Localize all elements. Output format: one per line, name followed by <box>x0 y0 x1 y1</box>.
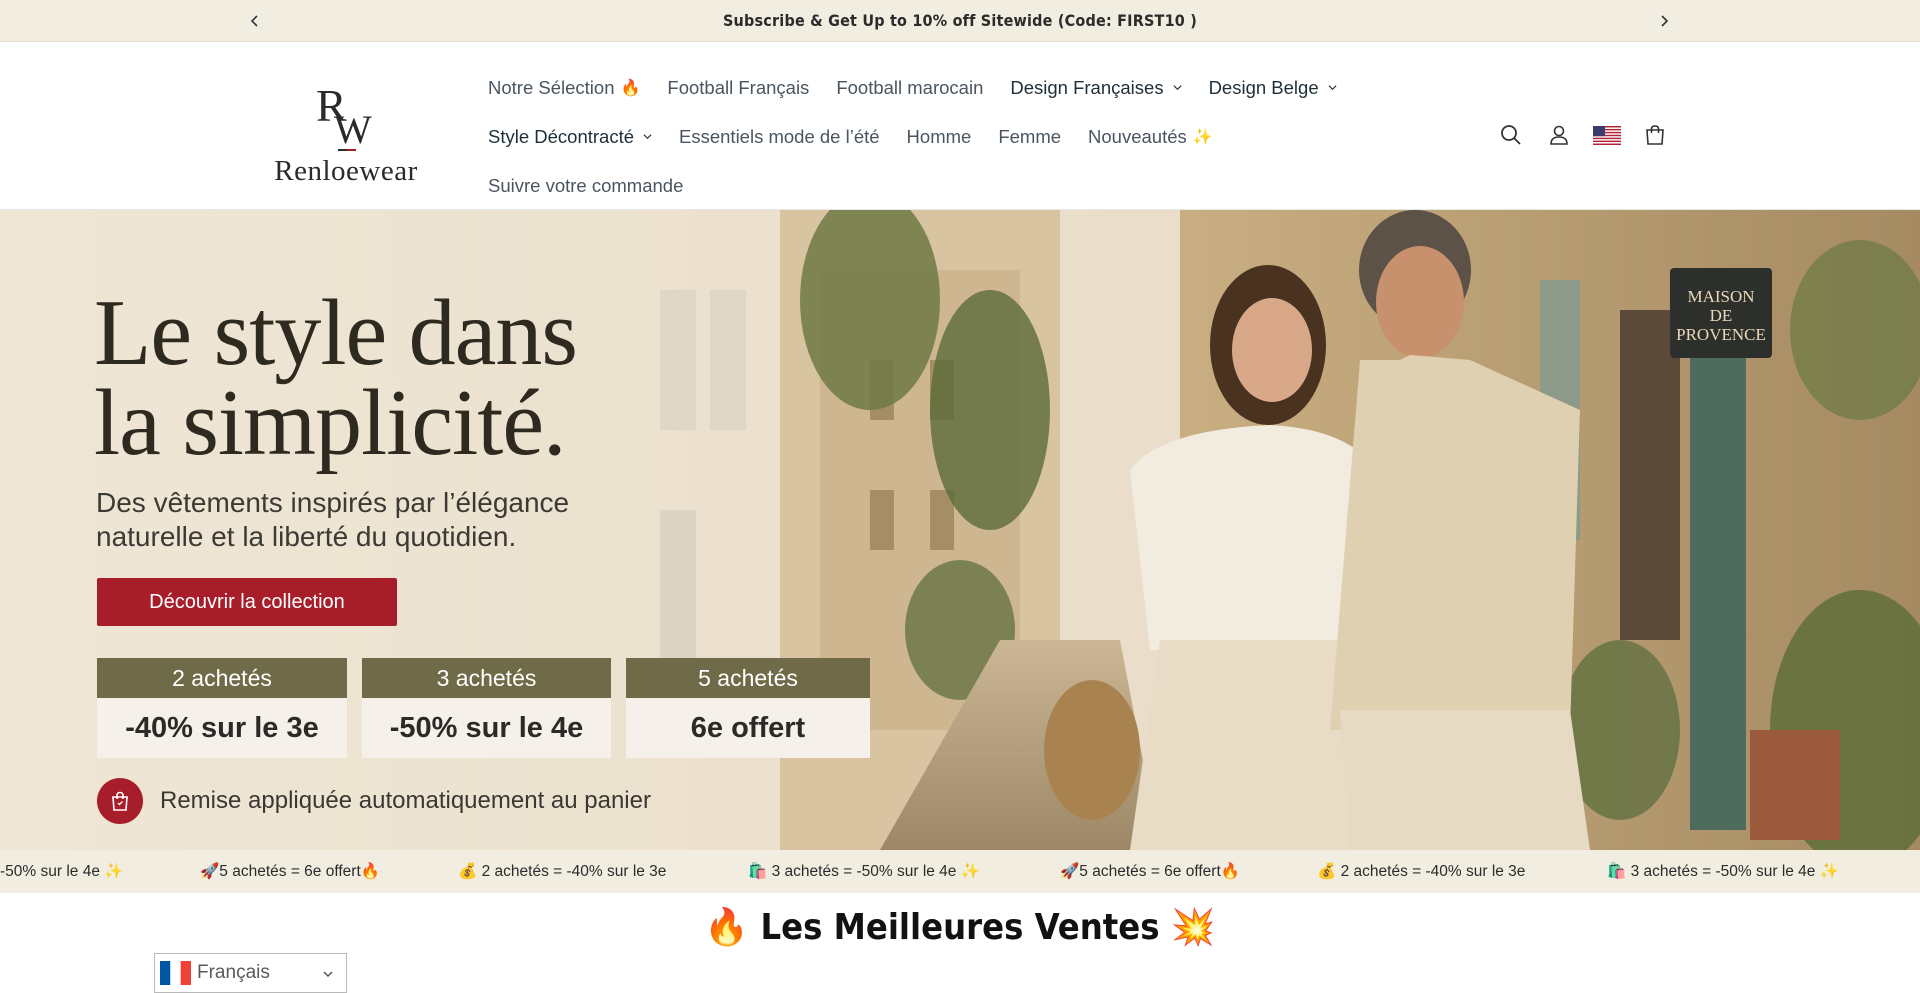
svg-text:W: W <box>334 107 372 152</box>
nav-item-label: Notre Sélection <box>488 76 615 98</box>
ticker-item: 💰 2 achetés = -40% sur le 3e <box>1317 863 1526 880</box>
nav-item-label: Essentiels mode de l’été <box>679 125 880 147</box>
language-selector[interactable]: Français <box>154 953 347 993</box>
chevron-left-icon <box>250 15 258 27</box>
offer-card: 5 achetés 6e offert <box>626 658 870 758</box>
france-flag-icon <box>160 961 191 985</box>
nav-item-style-decontracte[interactable]: Style Décontracté <box>488 126 652 148</box>
nav-row: Notre Sélection 🔥 Football Français Foot… <box>488 63 1468 112</box>
auto-discount-note: Remise appliquée automatiquement au pani… <box>97 778 651 824</box>
header-icons <box>1497 121 1689 149</box>
nav-item-nouveautes[interactable]: Nouveautés ✨ <box>1088 126 1213 148</box>
nav-item-femme[interactable]: Femme <box>998 126 1061 148</box>
hero-title: Le style dans la simplicité. <box>94 281 578 475</box>
nav-item-label: Design Belge <box>1208 76 1319 98</box>
previous-announcement-button[interactable] <box>242 8 268 34</box>
nav-row: Suivre votre commande <box>488 161 1468 210</box>
account-icon <box>1550 125 1568 145</box>
brand-logo[interactable]: R W Renloewear <box>266 77 426 197</box>
best-sellers-title: 🔥 Les Meilleures Ventes 💥 <box>704 907 1216 948</box>
nav-item-football-marocain[interactable]: Football marocain <box>836 77 983 99</box>
chevron-down-icon <box>1173 85 1182 91</box>
sign-text: MAISON <box>1687 287 1754 306</box>
nav-item-label: Nouveautés <box>1088 125 1187 147</box>
monogram-logo-icon: R W <box>316 80 372 152</box>
announcement-bar: Subscribe & Get Up to 10% off Sitewide (… <box>0 0 1920 42</box>
offer-card-head: 2 achetés <box>97 658 347 698</box>
shopping-bag-icon <box>97 778 143 824</box>
next-announcement-button[interactable] <box>1651 8 1677 34</box>
ticker-item: 💰 2 achetés = -40% sur le 3e <box>458 863 667 880</box>
offer-card: 3 achetés -50% sur le 4e <box>362 658 611 758</box>
ticker-item: 🛍️ 3 achetés = -50% sur le 4e ✨ <box>748 863 981 880</box>
search-button[interactable] <box>1497 121 1525 149</box>
promo-ticker: -50% sur le 4e ✨ 🚀5 achetés = 6e offert🔥… <box>0 850 1920 893</box>
hero-title-line: Le style dans <box>94 281 578 385</box>
nav-item-label: Homme <box>906 125 972 147</box>
nav-item-label: Style Décontracté <box>488 125 635 147</box>
brand-name: Renloewear <box>274 155 418 187</box>
nav-item-label: Suivre votre commande <box>488 174 684 196</box>
ticker-item: 🚀5 achetés = 6e offert🔥 <box>200 863 381 880</box>
fire-icon: 🔥 <box>620 78 641 97</box>
search-icon <box>1501 125 1521 145</box>
offer-card-body: -40% sur le 3e <box>125 711 319 744</box>
nav-item-label: Design Françaises <box>1010 76 1164 98</box>
nav-item-suivre-commande[interactable]: Suivre votre commande <box>488 175 683 197</box>
hero-title-line: la simplicité. <box>94 371 567 475</box>
ticker-item: 🚀5 achetés = 6e offert🔥 <box>1060 863 1241 880</box>
chevron-down-icon <box>643 134 652 140</box>
offer-card-head: 5 achetés <box>626 658 870 698</box>
sign-text: DE <box>1710 306 1733 325</box>
nav-item-design-francaises[interactable]: Design Françaises <box>1010 76 1182 99</box>
chevron-down-icon <box>323 971 333 978</box>
announcement-text[interactable]: Subscribe & Get Up to 10% off Sitewide (… <box>723 11 1197 30</box>
hero-subtitle-line: naturelle et la liberté du quotidien. <box>96 521 517 552</box>
sign-text: PROVENCE <box>1676 325 1766 344</box>
hero-banner: MAISON DE PROVENCE Le style dans la simp… <box>0 210 1920 850</box>
nav-item-homme[interactable]: Homme <box>907 126 972 148</box>
site-header: R W Renloewear Notre Sélection 🔥 Footbal… <box>0 43 1920 210</box>
nav-row: Style Décontracté Essentiels mode de l’é… <box>488 112 1468 161</box>
discover-collection-button[interactable]: Découvrir la collection <box>97 578 397 626</box>
auto-discount-text: Remise appliquée automatiquement au pani… <box>160 787 651 814</box>
offer-card-head: 3 achetés <box>362 658 611 698</box>
hero-subtitle: Des vêtements inspirés par l’élégance na… <box>96 486 616 554</box>
nav-item-design-belge[interactable]: Design Belge <box>1209 77 1337 99</box>
us-flag-icon[interactable] <box>1593 125 1621 145</box>
nav-item-essentiels-ete[interactable]: Essentiels mode de l’été <box>679 126 880 148</box>
nav-item-notre-selection[interactable]: Notre Sélection 🔥 <box>488 77 640 99</box>
offer-card: 2 achetés -40% sur le 3e <box>97 658 347 758</box>
ticker-item: 🛍️ 3 achetés = -50% sur le 4e ✨ <box>1607 863 1840 880</box>
cart-button[interactable] <box>1641 121 1669 149</box>
offer-card-body: -50% sur le 4e <box>389 711 584 744</box>
ticker-item: -50% sur le 4e ✨ <box>0 863 124 880</box>
chevron-down-icon <box>1328 85 1337 91</box>
cart-icon <box>1646 125 1664 145</box>
account-button[interactable] <box>1545 121 1573 149</box>
hero-subtitle-line: Des vêtements inspirés par l’élégance <box>96 487 570 518</box>
main-navigation: Notre Sélection 🔥 Football Français Foot… <box>488 63 1468 210</box>
sparkles-icon: ✨ <box>1192 127 1213 146</box>
nav-item-label: Femme <box>998 125 1062 147</box>
offer-card-body: 6e offert <box>690 711 806 744</box>
chevron-right-icon <box>1661 15 1669 27</box>
nav-item-football-francais[interactable]: Football Français <box>667 77 809 99</box>
nav-item-label: Football Français <box>667 76 810 98</box>
language-selected: Français <box>197 962 270 983</box>
nav-item-label: Football marocain <box>836 76 984 98</box>
